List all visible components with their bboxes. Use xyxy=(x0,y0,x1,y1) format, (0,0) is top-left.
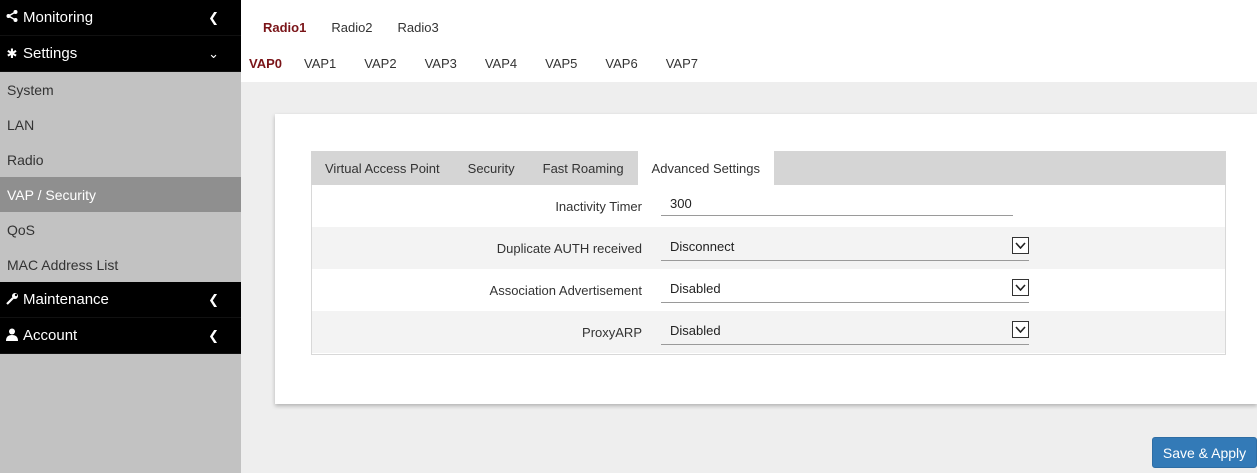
duplicate-auth-select[interactable]: Disconnect xyxy=(661,233,1029,261)
tab-security[interactable]: Security xyxy=(454,151,529,185)
chevron-down-icon xyxy=(1012,279,1029,296)
sidebar-item-label: LAN xyxy=(7,116,35,133)
tab-radio2[interactable]: Radio2 xyxy=(331,20,372,35)
sidebar-settings-label: Settings xyxy=(23,45,78,62)
association-advertisement-value: Disabled xyxy=(670,281,721,296)
proxyarp-select[interactable]: Disabled xyxy=(661,317,1029,345)
sidebar-item-label: Radio xyxy=(7,151,44,168)
input-underline xyxy=(661,215,1013,216)
sidebar-item-label: QoS xyxy=(7,221,36,238)
association-advertisement-label: Association Advertisement xyxy=(489,282,642,298)
sidebar-item-vap-security[interactable]: VAP / Security xyxy=(0,177,241,212)
tab-vap6[interactable]: VAP6 xyxy=(605,56,637,71)
sidebar-item-radio[interactable]: Radio xyxy=(0,142,241,177)
chevron-left-icon: ❮ xyxy=(208,10,219,25)
proxyarp-value: Disabled xyxy=(670,323,721,338)
sidebar-item-qos[interactable]: QoS xyxy=(0,212,241,247)
tab-advanced-settings[interactable]: Advanced Settings xyxy=(637,151,774,185)
sidebar-maintenance[interactable]: Maintenance ❮ xyxy=(0,282,241,318)
sidebar-item-lan[interactable]: LAN xyxy=(0,107,241,142)
sidebar-monitoring-label: Monitoring xyxy=(23,9,94,26)
tab-vap5[interactable]: VAP5 xyxy=(545,56,577,71)
chevron-down-icon xyxy=(1012,321,1029,338)
sidebar-item-mac-address-list[interactable]: MAC Address List xyxy=(0,247,241,282)
form-row-association-advertisement: Association Advertisement Disabled xyxy=(312,269,1225,311)
proxyarp-label: ProxyARP xyxy=(582,324,642,340)
chevron-down-icon xyxy=(1012,237,1029,254)
settings-tabs: Virtual Access Point Security Fast Roami… xyxy=(311,151,1226,185)
radio-tabs: Radio1 Radio2 Radio3 xyxy=(241,10,439,48)
tab-vap4[interactable]: VAP4 xyxy=(485,56,517,71)
association-advertisement-select[interactable]: Disabled xyxy=(661,275,1029,303)
duplicate-auth-value: Disconnect xyxy=(670,239,735,254)
save-apply-button[interactable]: Save & Apply xyxy=(1152,437,1257,468)
tab-vap3[interactable]: VAP3 xyxy=(425,56,457,71)
sidebar-item-label: MAC Address List xyxy=(7,256,119,273)
tab-radio1[interactable]: Radio1 xyxy=(263,20,306,35)
tab-virtual-access-point[interactable]: Virtual Access Point xyxy=(311,151,454,185)
tab-fast-roaming[interactable]: Fast Roaming xyxy=(529,151,638,185)
sidebar-item-system[interactable]: System xyxy=(0,72,241,107)
duplicate-auth-label: Duplicate AUTH received xyxy=(496,240,642,256)
sidebar-monitoring[interactable]: Monitoring ❮ xyxy=(0,0,241,36)
tab-vap7[interactable]: VAP7 xyxy=(666,56,698,71)
form-row-inactivity-timer: Inactivity Timer 300 xyxy=(312,185,1225,227)
chevron-down-icon: ⌄ xyxy=(208,46,219,61)
gear-icon: ✱ xyxy=(6,45,18,61)
tab-vap1[interactable]: VAP1 xyxy=(304,56,336,71)
wrench-icon xyxy=(5,292,19,308)
advanced-settings-form: Inactivity Timer 300 Duplicate AUTH rece… xyxy=(311,185,1226,355)
sidebar-account-label: Account xyxy=(23,327,78,344)
chevron-left-icon: ❮ xyxy=(208,292,219,307)
tab-vap2[interactable]: VAP2 xyxy=(364,56,396,71)
form-row-proxyarp: ProxyARP Disabled xyxy=(312,311,1225,353)
sidebar-maintenance-label: Maintenance xyxy=(23,291,109,308)
inactivity-timer-label: Inactivity Timer xyxy=(555,198,642,214)
chevron-left-icon: ❮ xyxy=(208,328,219,343)
user-icon xyxy=(5,328,19,344)
form-row-duplicate-auth: Duplicate AUTH received Disconnect xyxy=(312,227,1225,269)
sidebar: Monitoring ❮ ✱ Settings ⌄ System LAN Rad… xyxy=(0,0,241,473)
inactivity-timer-input[interactable]: 300 xyxy=(670,196,692,211)
sidebar-settings[interactable]: ✱ Settings ⌄ xyxy=(0,36,241,72)
share-icon xyxy=(5,10,19,25)
sidebar-account[interactable]: Account ❮ xyxy=(0,318,241,354)
tab-radio3[interactable]: Radio3 xyxy=(398,20,439,35)
tab-vap0[interactable]: VAP0 xyxy=(249,56,282,71)
sidebar-item-label: VAP / Security xyxy=(7,186,96,203)
vap-tabs: VAP0 VAP1 VAP2 VAP3 VAP4 VAP5 VAP6 VAP7 xyxy=(241,48,1257,82)
sidebar-item-label: System xyxy=(7,81,54,98)
